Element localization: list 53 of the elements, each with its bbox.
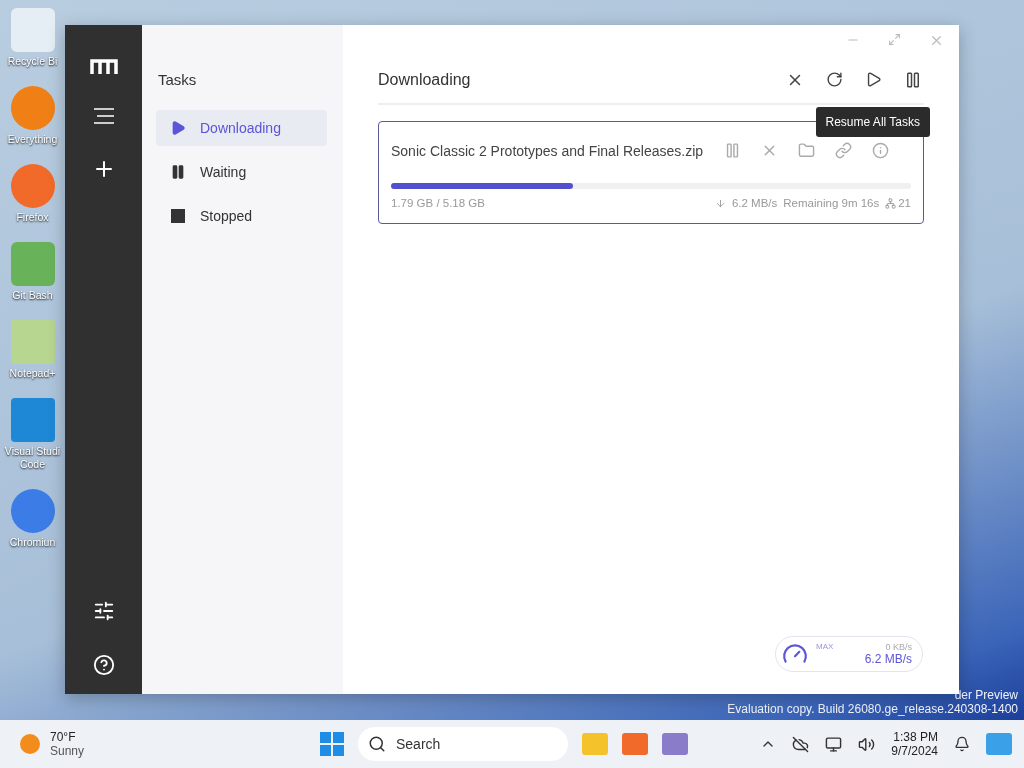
desktop-icon-label: Notepad+ [9,367,56,380]
download-size: 1.79 GB / 5.18 GB [391,197,485,209]
link-button[interactable] [833,140,854,161]
sidebar-title: Tasks [158,71,198,88]
search-icon [368,735,386,753]
stop-icon [170,208,186,224]
weather-condition: Sunny [50,744,85,758]
app-shortcut-icon[interactable] [10,242,55,286]
desktop-icon-label: Everything [7,133,58,146]
search-field[interactable]: Search [358,727,568,761]
sidebar-item[interactable]: Waiting [156,154,327,190]
arrow-down-icon [714,197,726,209]
logo-icon [89,59,118,75]
tooltip: Resume All Tasks [815,107,930,137]
sun-icon [20,734,40,754]
peer-count: 21 [898,197,911,209]
info-button[interactable] [870,140,891,161]
app-icon[interactable] [662,733,688,755]
upload-speed: 0 KB/s [885,642,912,652]
desktop-icon-label: Chromiun [9,536,56,549]
clock[interactable]: 1:38 PM 9/7/2024 [891,730,938,758]
sidebar-item[interactable]: Downloading [156,110,327,146]
temperature: 70°F [50,730,77,744]
desktop-icon-label: Firefox [16,211,49,224]
cloud-off-icon[interactable] [792,735,810,753]
sidebar-item[interactable]: Stopped [156,198,327,234]
speaker-icon[interactable] [858,735,876,753]
download-speed: 6.2 MB/s [864,652,912,666]
file-name: Sonic Classic 2 Prototypes and Final Releases.zip [391,142,704,159]
desktop-icon-label: Git Bash [12,289,53,302]
maximize-button[interactable] [888,33,901,46]
pause-icon [170,164,186,180]
help-button[interactable] [92,654,115,676]
play-icon [170,120,186,136]
bell-icon[interactable] [954,736,970,752]
desktop-icon-label: Recycle Bi [7,55,58,68]
app-shortcut-icon[interactable] [10,398,55,442]
app-shortcut-icon[interactable] [10,489,55,533]
monitor-icon[interactable] [825,735,843,753]
settings-button[interactable] [92,600,115,622]
network-icon [885,197,897,209]
start-button[interactable] [320,732,344,756]
app-shortcut-icon[interactable] [10,86,55,130]
app-shortcut-icon[interactable] [10,8,55,52]
watermark-text: Evaluation copy. Build 26080.ge_release.240308-1400 [727,702,1018,716]
speed-limit-label: MAX [816,642,834,651]
menu-button[interactable] [92,107,115,125]
app-icon[interactable] [986,733,1012,755]
page-title: Downloading [378,71,471,89]
app-shortcut-icon[interactable] [10,164,55,208]
remaining-time: Remaining 9m 16s [783,197,880,209]
desktop-icon-label: Visual Studi Code [3,445,62,471]
download-speed: 6.2 MB/s [731,197,778,209]
